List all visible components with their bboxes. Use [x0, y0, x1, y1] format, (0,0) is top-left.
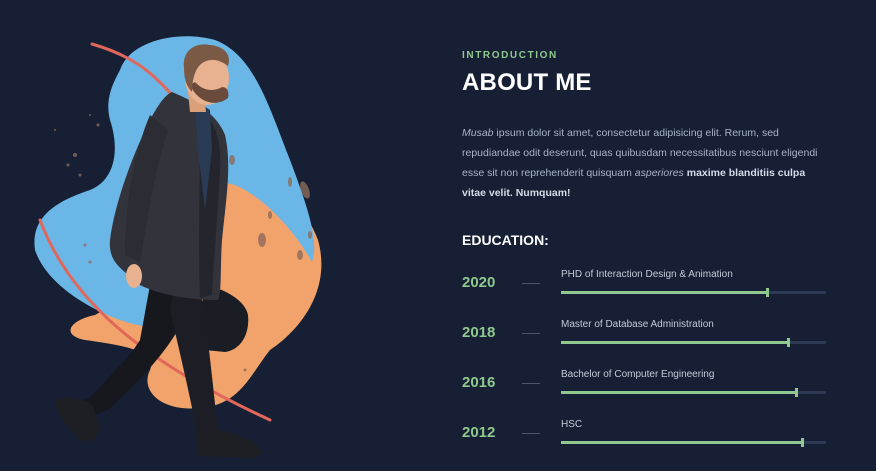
divider: [522, 283, 540, 284]
hand: [126, 264, 142, 288]
about-section: INTRODUCTION ABOUT ME Musab ipsum dolor …: [0, 0, 876, 471]
education-item: 2020 PHD of Interaction Design & Animati…: [462, 258, 832, 308]
education-degree: HSC: [561, 419, 583, 430]
education-degree: PHD of Interaction Design & Animation: [561, 269, 733, 280]
about-content: INTRODUCTION ABOUT ME Musab ipsum dolor …: [462, 50, 832, 458]
progress-knob: [800, 438, 804, 447]
divider: [522, 383, 540, 384]
bio-italic: asperiores: [634, 167, 684, 179]
page-title: ABOUT ME: [462, 69, 592, 96]
education-item: 2016 Bachelor of Computer Engineering: [462, 358, 832, 408]
education-degree: Bachelor of Computer Engineering: [561, 369, 715, 380]
progress-knob: [787, 338, 791, 347]
education-year: 2012: [462, 424, 496, 441]
progress-fill: [561, 291, 768, 294]
progress-track: [561, 438, 826, 447]
progress-track: [561, 288, 826, 297]
progress-knob: [795, 388, 799, 397]
divider: [522, 333, 540, 334]
walking-man-illustration: [34, 36, 322, 458]
progress-fill: [561, 441, 803, 444]
education-heading: EDUCATION:: [462, 232, 549, 248]
progress-track: [561, 388, 826, 397]
divider: [522, 433, 540, 434]
education-year: 2016: [462, 374, 496, 391]
progress-fill: [561, 341, 789, 344]
bio-name: Musab: [462, 127, 494, 139]
front-shoe: [195, 430, 262, 458]
progress-fill: [561, 391, 797, 394]
section-eyebrow: INTRODUCTION: [462, 50, 558, 61]
bio-paragraph: Musab ipsum dolor sit amet, consectetur …: [462, 123, 828, 203]
education-item: 2018 Master of Database Administration: [462, 308, 832, 358]
education-degree: Master of Database Administration: [561, 319, 714, 330]
progress-track: [561, 338, 826, 347]
progress-knob: [766, 288, 770, 297]
education-list: 2020 PHD of Interaction Design & Animati…: [462, 258, 832, 458]
education-item: 2012 HSC: [462, 408, 832, 458]
education-year: 2018: [462, 324, 496, 341]
education-year: 2020: [462, 274, 496, 291]
